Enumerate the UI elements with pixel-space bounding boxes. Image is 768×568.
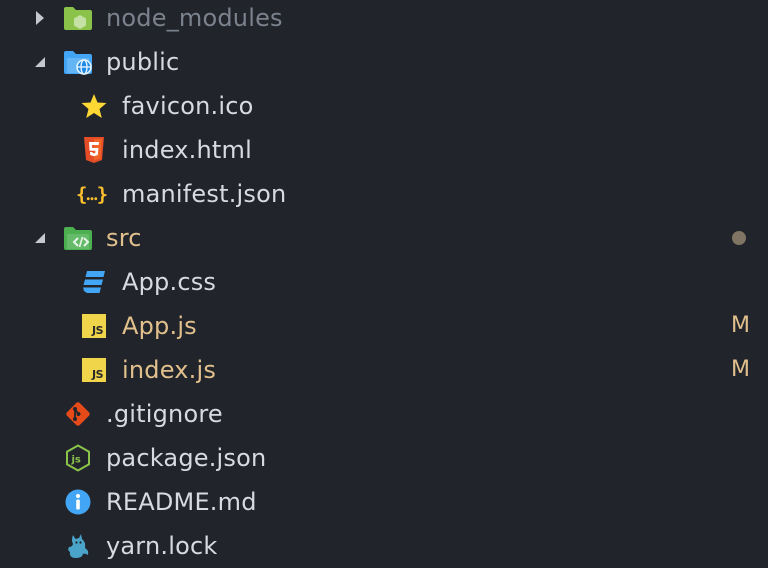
tree-item-label: App.js	[122, 312, 197, 340]
tree-item-index-html[interactable]: index.html	[0, 128, 768, 172]
public-folder-icon	[62, 48, 94, 76]
git-modified-badge: M	[731, 357, 750, 382]
tree-item-favicon[interactable]: favicon.ico	[0, 84, 768, 128]
svg-text:js: js	[71, 455, 81, 466]
tree-item-label: README.md	[106, 488, 257, 516]
css3-icon	[78, 268, 110, 296]
nodejs-icon: js	[62, 444, 94, 472]
src-folder-icon	[62, 224, 94, 252]
tree-item-package-json[interactable]: js package.json	[0, 436, 768, 480]
tree-item-index-js[interactable]: JS index.js M	[0, 348, 768, 392]
javascript-icon: JS	[78, 356, 110, 384]
chevron-right-icon[interactable]	[30, 6, 50, 30]
file-explorer-tree: node_modules public favicon.ico index.ht…	[0, 0, 768, 568]
tree-item-label: node_modules	[106, 4, 283, 32]
git-icon	[62, 400, 94, 428]
tree-item-label: manifest.json	[122, 180, 287, 208]
json-braces-icon: { }	[76, 180, 108, 208]
tree-item-label: src	[106, 224, 142, 252]
tree-item-label: App.css	[122, 268, 217, 296]
tree-item-app-css[interactable]: App.css	[0, 260, 768, 304]
tree-item-label: favicon.ico	[122, 92, 254, 120]
tree-item-app-js[interactable]: JS App.js M	[0, 304, 768, 348]
tree-item-label: index.js	[122, 356, 217, 384]
tree-item-label: .gitignore	[106, 400, 223, 428]
html5-icon	[78, 136, 110, 164]
tree-item-node-modules[interactable]: node_modules	[0, 0, 768, 40]
tree-item-label: public	[106, 48, 180, 76]
tree-item-label: yarn.lock	[106, 532, 218, 560]
tree-item-public[interactable]: public	[0, 40, 768, 84]
yarn-cat-icon	[62, 532, 94, 560]
modified-dot-indicator	[732, 231, 746, 245]
tree-item-label: index.html	[122, 136, 252, 164]
chevron-down-icon[interactable]	[30, 226, 50, 250]
tree-item-readme[interactable]: README.md	[0, 480, 768, 524]
javascript-icon: JS	[78, 312, 110, 340]
info-icon	[62, 488, 94, 516]
git-modified-badge: M	[731, 313, 750, 338]
svg-text:{: {	[76, 185, 87, 206]
svg-text:}: }	[97, 185, 108, 206]
chevron-down-icon[interactable]	[30, 50, 50, 74]
star-icon	[78, 92, 110, 120]
tree-item-src[interactable]: src	[0, 216, 768, 260]
tree-item-yarn-lock[interactable]: yarn.lock	[0, 524, 768, 568]
node-modules-folder-icon	[62, 4, 94, 32]
tree-item-label: package.json	[106, 444, 267, 472]
tree-item-gitignore[interactable]: .gitignore	[0, 392, 768, 436]
tree-item-manifest-json[interactable]: { } manifest.json	[0, 172, 768, 216]
